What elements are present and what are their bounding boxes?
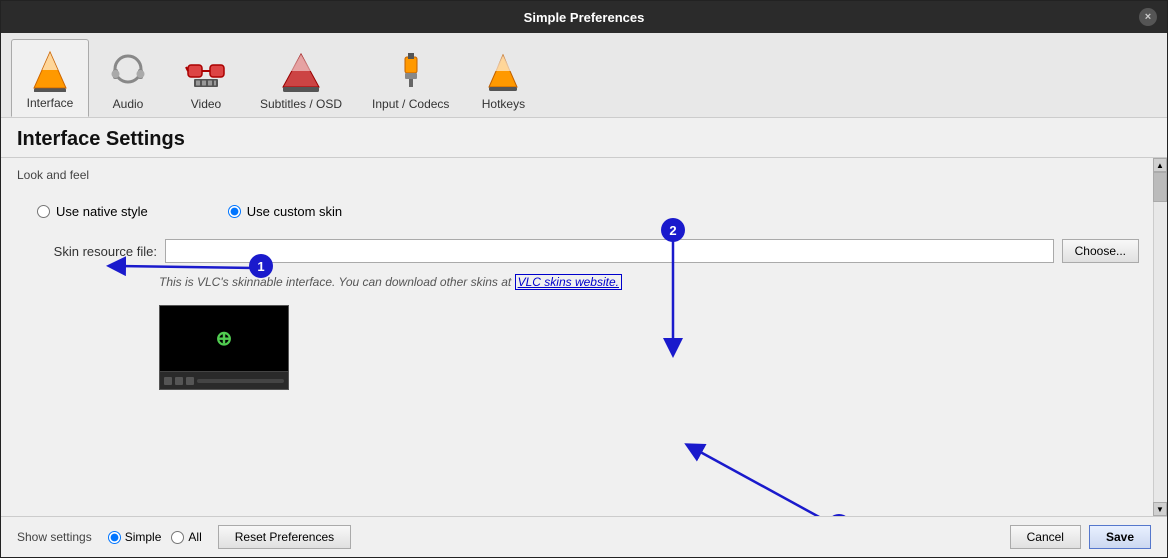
show-settings-radios: Simple All [108,530,202,544]
scrollbar-down-arrow[interactable]: ▼ [1153,502,1167,516]
tab-subtitles[interactable]: Subtitles / OSD [245,40,357,117]
close-button[interactable]: × [1139,8,1157,26]
custom-skin-radio[interactable] [228,205,241,218]
all-radio-option[interactable]: All [171,530,201,544]
vlc-skins-link[interactable]: VLC skins website. [515,274,622,290]
video-icon [182,47,230,95]
simple-radio[interactable] [108,531,121,544]
audio-icon [104,47,152,95]
skin-desc-text: This is VLC's skinnable interface. You c… [159,275,515,289]
tab-input-label: Input / Codecs [372,97,449,111]
preview-screen: ⊕ [160,306,288,371]
simple-radio-option[interactable]: Simple [108,530,162,544]
page-title: Interface Settings [1,118,1167,158]
main-window: Simple Preferences × Interface [0,0,1168,558]
all-label: All [188,530,201,544]
native-style-radio[interactable] [37,205,50,218]
subtitles-icon [277,47,325,95]
content-area: Look and feel Use native style Use custo… [1,158,1167,516]
skin-preview: ⊕ [159,305,289,390]
tab-video-label: Video [191,97,221,111]
tab-video[interactable]: Video [167,40,245,117]
scrollbar-thumb[interactable] [1153,172,1167,202]
save-button[interactable]: Save [1089,525,1151,549]
custom-skin-label: Use custom skin [247,204,342,219]
style-radio-group: Use native style Use custom skin [17,196,1139,227]
titlebar: Simple Preferences × [1,1,1167,33]
skin-description: This is VLC's skinnable interface. You c… [17,273,1139,291]
simple-label: Simple [125,530,162,544]
skin-resource-row: Skin resource file: Choose... [17,239,1139,263]
window-title: Simple Preferences [524,10,645,25]
all-radio[interactable] [171,531,184,544]
custom-skin-option[interactable]: Use custom skin [228,204,342,219]
bottom-bar: Show settings Simple All Reset Preferenc… [1,516,1167,557]
bottom-left: Show settings Simple All Reset Preferenc… [17,525,351,549]
scrollable-content[interactable]: Look and feel Use native style Use custo… [1,158,1167,516]
scrollbar-track: ▲ ▼ [1153,158,1167,516]
choose-button[interactable]: Choose... [1062,239,1139,263]
reset-preferences-button[interactable]: Reset Preferences [218,525,351,549]
native-style-label: Use native style [56,204,148,219]
tab-hotkeys[interactable]: Hotkeys [464,40,542,117]
scrollbar-up-arrow[interactable]: ▲ [1153,158,1167,172]
interface-icon [26,46,74,94]
input-icon [387,47,435,95]
tab-hotkeys-label: Hotkeys [482,97,525,111]
tab-input[interactable]: Input / Codecs [357,40,464,117]
section-look-and-feel-title: Look and feel [17,168,1139,182]
tab-audio[interactable]: Audio [89,40,167,117]
tab-interface-label: Interface [27,96,74,110]
tab-interface[interactable]: Interface [11,39,89,117]
tab-subtitles-label: Subtitles / OSD [260,97,342,111]
skin-resource-input[interactable] [165,239,1054,263]
cancel-button[interactable]: Cancel [1010,525,1081,549]
preview-controls [160,371,288,389]
bottom-right: Cancel Save [1010,525,1151,549]
tab-audio-label: Audio [113,97,144,111]
tabs-bar: Interface Audio [1,33,1167,118]
show-settings-label: Show settings [17,530,92,544]
hotkeys-icon [479,47,527,95]
close-icon: × [1145,11,1151,23]
native-style-option[interactable]: Use native style [37,204,148,219]
skin-resource-label: Skin resource file: [37,244,157,259]
